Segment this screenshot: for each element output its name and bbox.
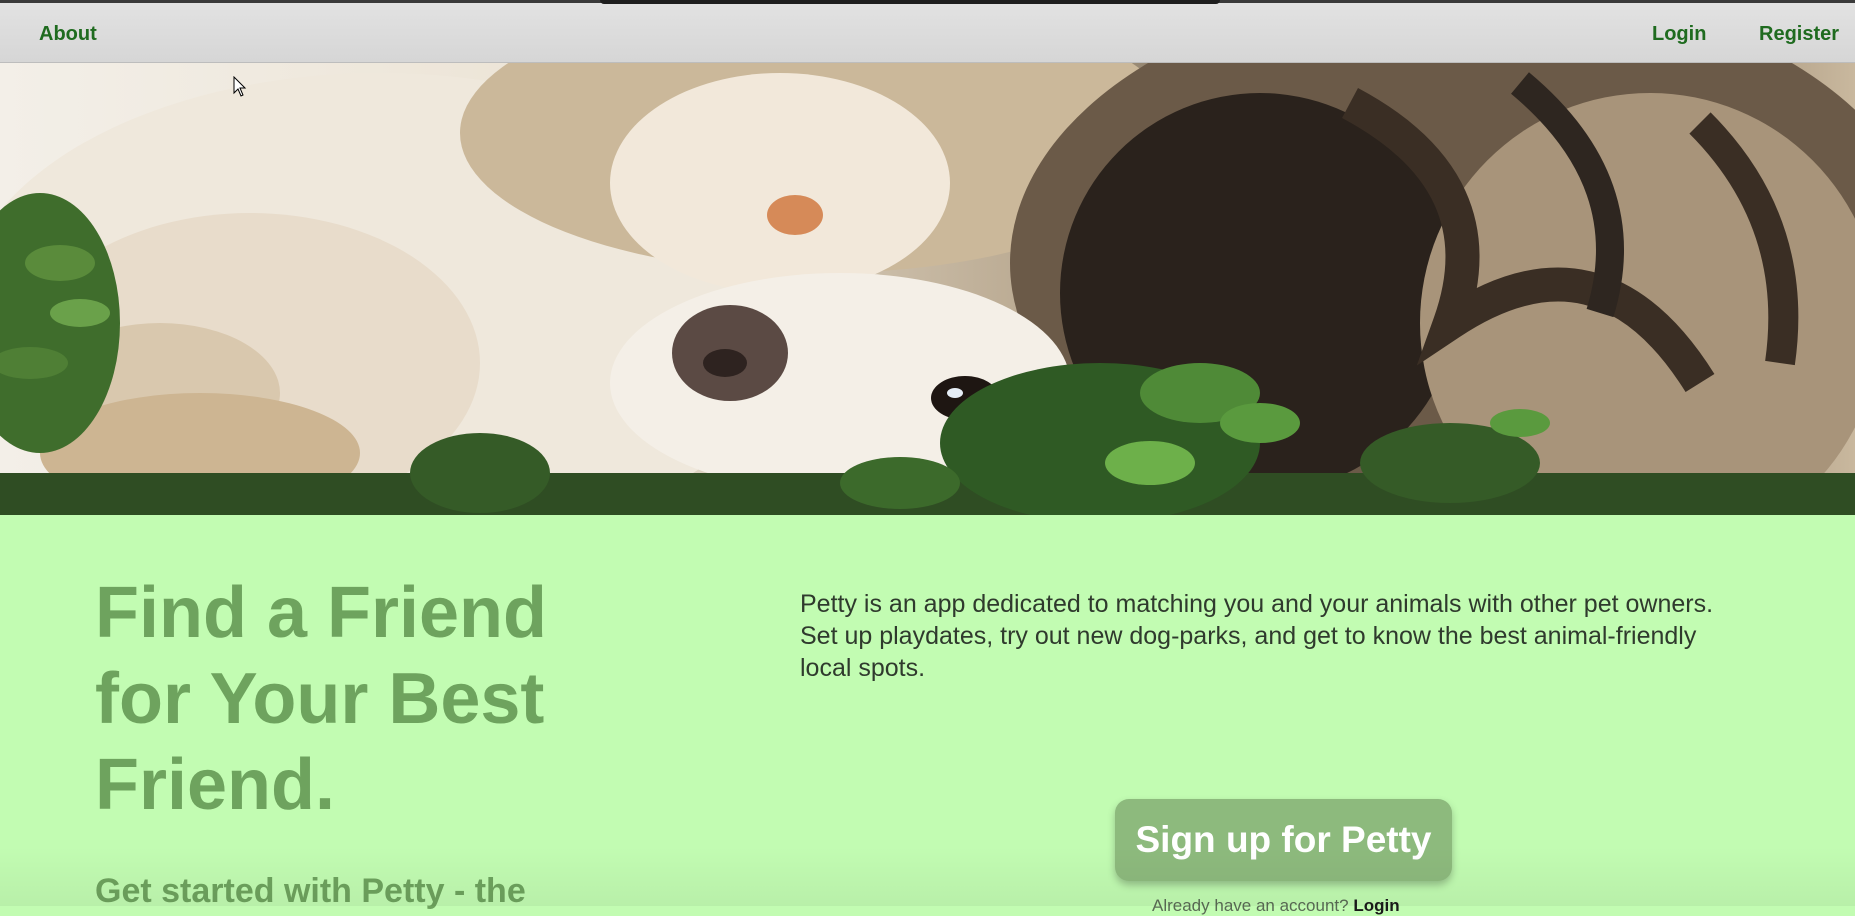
hero-image xyxy=(0,63,1855,515)
nav-register-link[interactable]: Register xyxy=(1759,23,1839,46)
signup-button[interactable]: Sign up for Petty xyxy=(1115,799,1452,881)
login-hint: Already have an account? Login xyxy=(1152,896,1400,916)
app-description: Petty is an app dedicated to matching yo… xyxy=(800,590,1714,682)
main-content: Find a Friend for Your Best Friend. Get … xyxy=(0,515,1855,915)
browser-chrome-shadow xyxy=(600,0,1220,4)
page-subheadline: Get started with Petty - the xyxy=(95,872,526,910)
page-headline: Find a Friend for Your Best Friend. xyxy=(95,573,548,825)
mouse-cursor-icon xyxy=(233,76,247,97)
nav-login-link[interactable]: Login xyxy=(1652,23,1706,46)
cat-and-dog-photo xyxy=(0,63,1855,515)
top-navbar: About Login Register xyxy=(0,0,1855,63)
nav-about-link[interactable]: About xyxy=(39,23,97,46)
